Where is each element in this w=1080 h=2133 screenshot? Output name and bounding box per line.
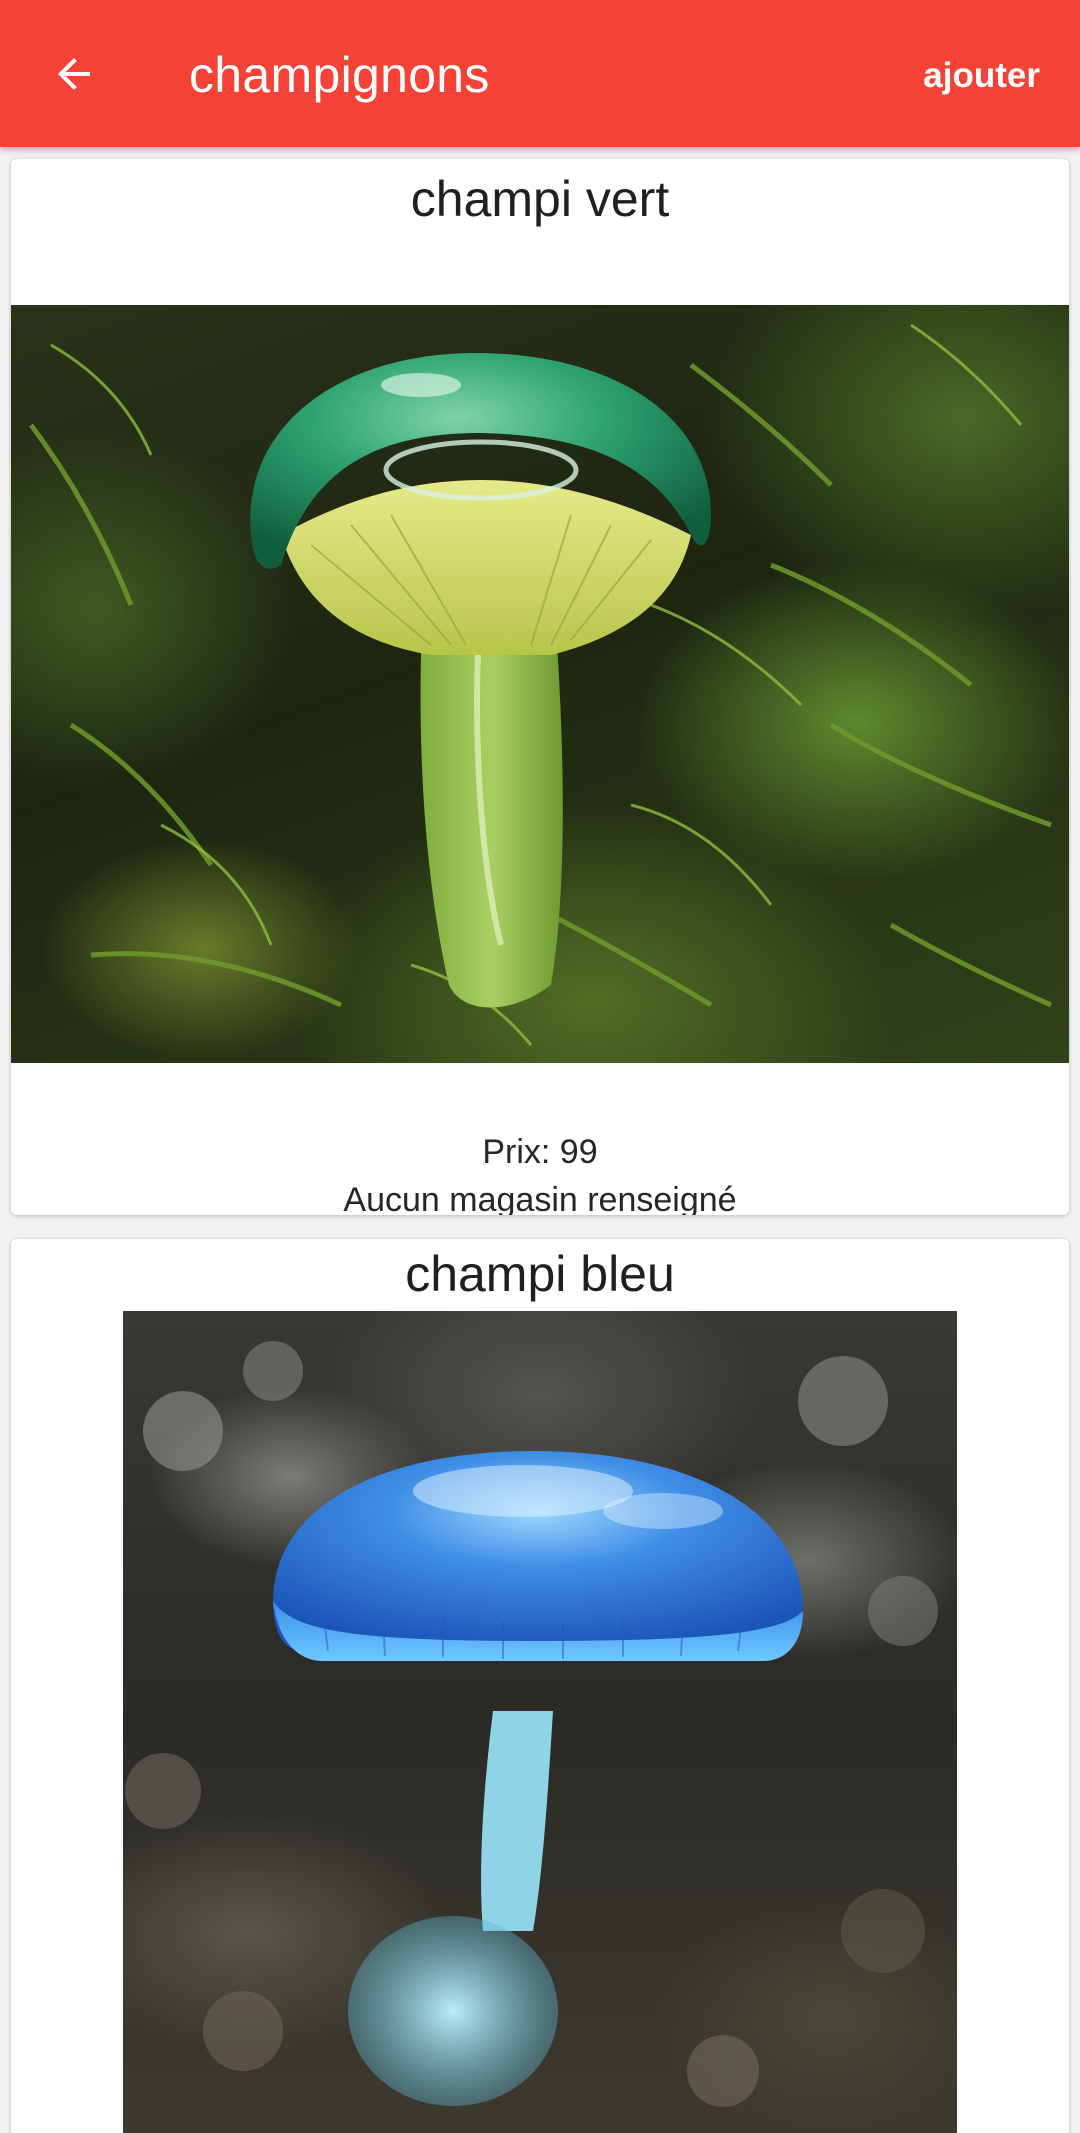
mushroom-photo <box>123 1311 957 2133</box>
mushroom-name: champi bleu <box>405 1246 675 1302</box>
add-button[interactable]: ajouter <box>923 50 1040 102</box>
back-button[interactable] <box>36 36 112 112</box>
price-text: Prix: 99 <box>482 1133 598 1171</box>
mushroom-card[interactable]: champi vert Prix: 99 Aucun magasin rense… <box>11 159 1069 1215</box>
store-text: Aucun magasin renseigné <box>343 1181 737 1215</box>
mushroom-photo <box>11 305 1069 1063</box>
mushroom-card[interactable]: champi bleu <box>11 1239 1069 2133</box>
app-bar: champignons ajouter <box>0 0 1080 147</box>
mushroom-list[interactable]: champi vert Prix: 99 Aucun magasin rense… <box>0 147 1080 2133</box>
mushroom-name: champi vert <box>410 171 670 227</box>
page-title: champignons <box>189 47 490 103</box>
arrow-back-icon <box>58 58 90 90</box>
